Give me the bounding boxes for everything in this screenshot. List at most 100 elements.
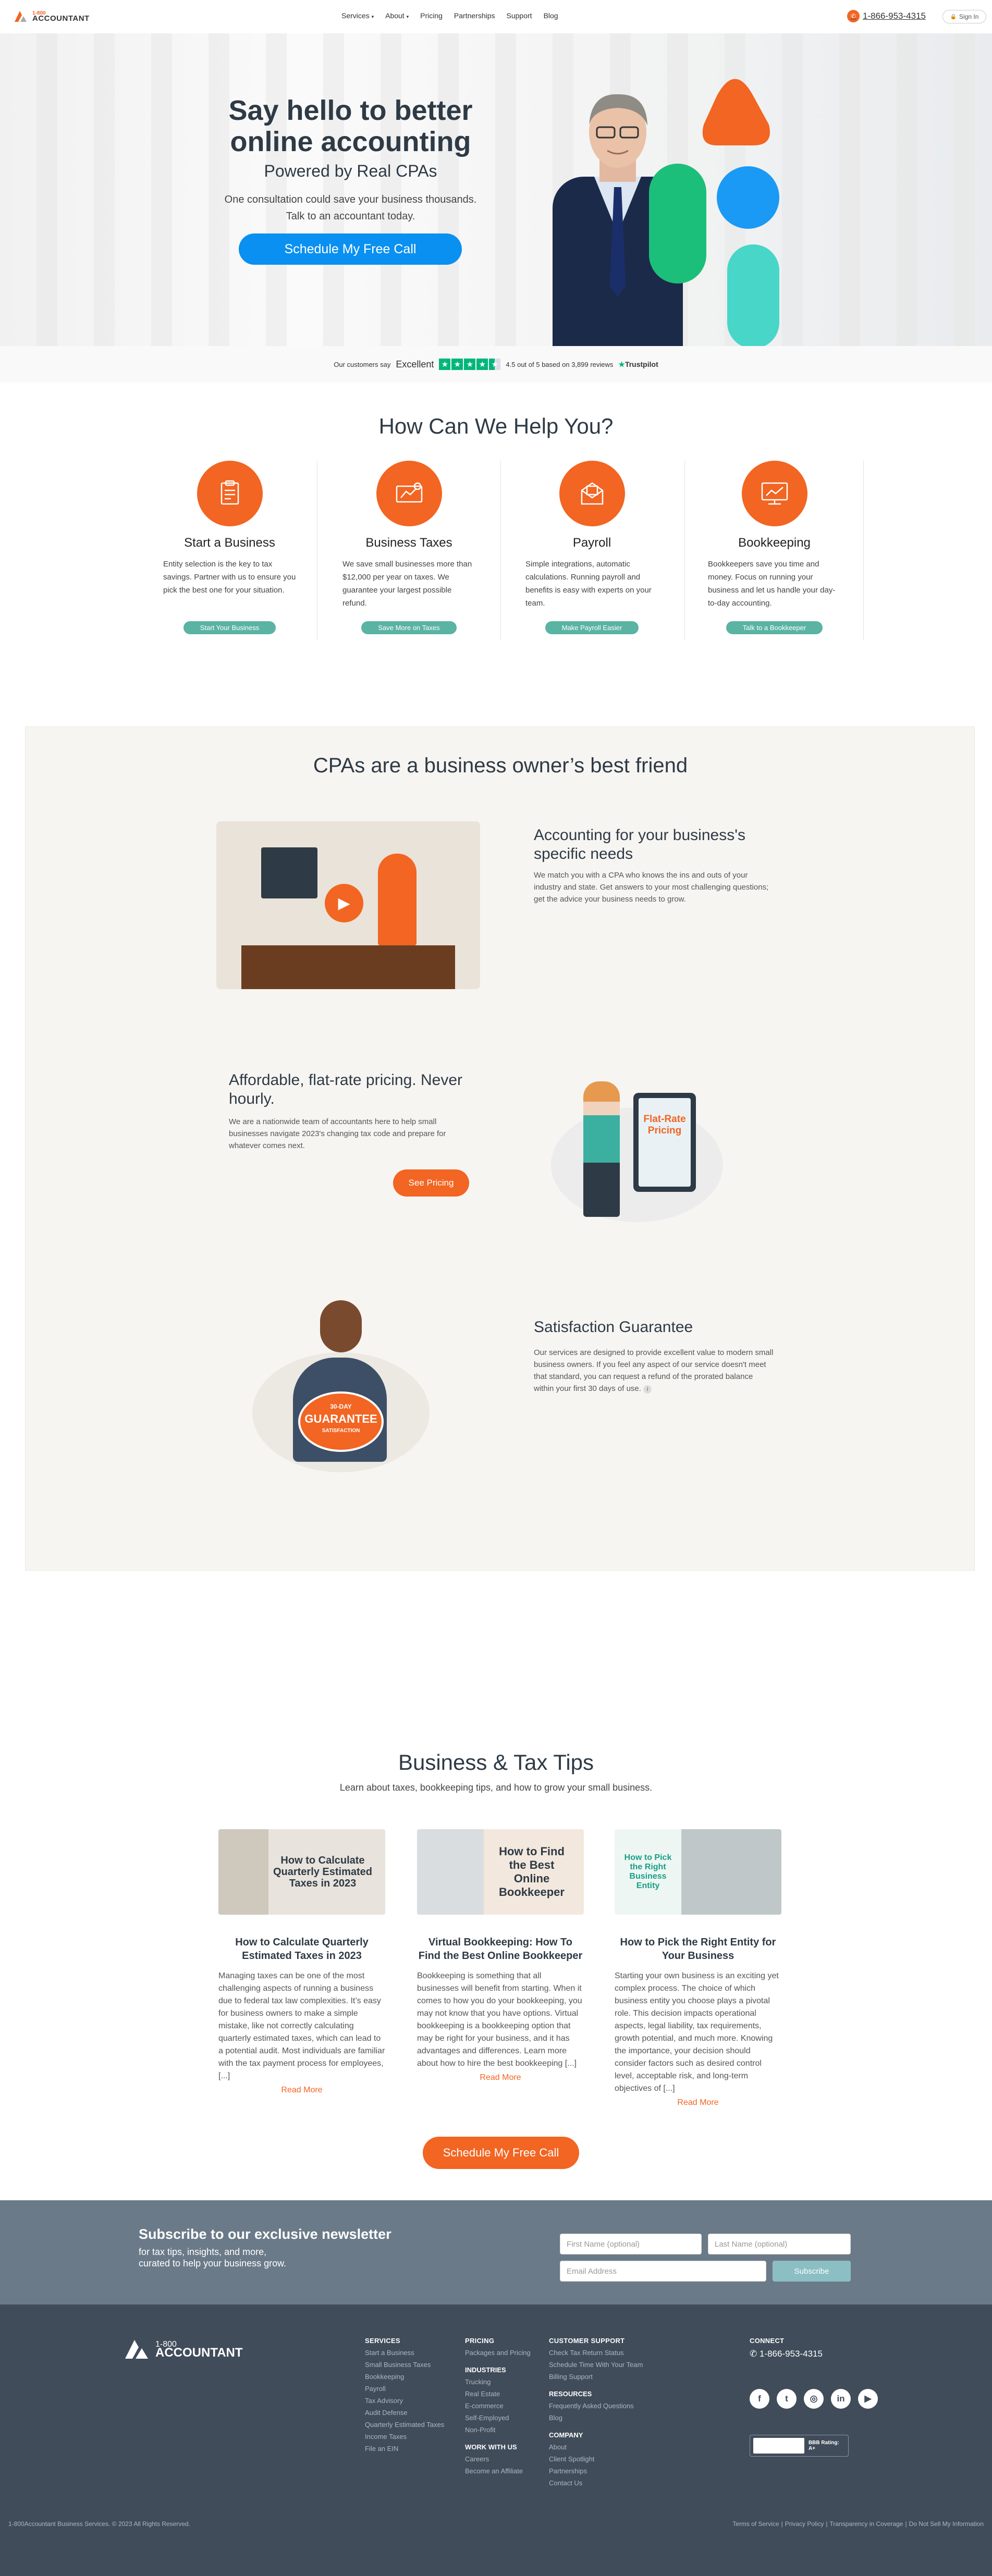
card-divider xyxy=(500,461,501,640)
sign-in-button[interactable]: 🔒 Sign In xyxy=(942,10,986,23)
barista-illustration xyxy=(378,854,417,945)
help-card-title: Business Taxes xyxy=(365,536,452,550)
phone-illustration: Flat-Rate Pricing xyxy=(633,1093,696,1192)
star-icon: ★ xyxy=(451,359,463,370)
footer-logo[interactable]: 1-800 ACCOUNTANT xyxy=(123,2337,243,2361)
hero-subtitle: Powered by Real CPAs xyxy=(264,162,437,180)
bookkeeper-button[interactable]: Talk to a Bookkeeper xyxy=(726,621,823,634)
payroll-button[interactable]: Make Payroll Easier xyxy=(545,621,639,634)
nav-support[interactable]: Support xyxy=(507,11,532,20)
site-header: 1-800 ACCOUNTANT Services ▾ About ▾ Prici… xyxy=(0,0,992,33)
blog-title[interactable]: How to Calculate Quarterly Estimated Tax… xyxy=(218,1936,385,1963)
nav-partnerships[interactable]: Partnerships xyxy=(454,11,495,20)
help-card-title: Bookkeeping xyxy=(738,536,811,550)
read-more-link[interactable]: Read More xyxy=(218,2086,385,2095)
menu-board-illustration xyxy=(261,847,317,898)
blog-card: How to Find the Best Online Bookkeeper V… xyxy=(417,1829,584,2082)
tips-subtitle: Learn about taxes, bookkeeping tips, and… xyxy=(339,1782,653,1793)
see-pricing-button[interactable]: See Pricing xyxy=(393,1169,469,1197)
footer-connect: CONNECT ✆ 1-866-953-4315 xyxy=(750,2337,823,2360)
twitter-icon[interactable]: t xyxy=(777,2389,797,2409)
blog-title[interactable]: How to Pick the Right Entity for Your Bu… xyxy=(615,1936,781,1963)
email-input[interactable]: Email Address xyxy=(560,2261,766,2282)
logo-mark-icon xyxy=(15,11,27,22)
nav-pricing[interactable]: Pricing xyxy=(420,11,443,20)
phone-text-line1: Flat-Rate xyxy=(643,1114,686,1125)
info-icon[interactable]: i xyxy=(643,1385,652,1394)
first-name-input[interactable]: First Name (optional) xyxy=(560,2234,702,2254)
bbb-logo-icon xyxy=(753,2438,804,2454)
save-taxes-button[interactable]: Save More on Taxes xyxy=(361,621,457,634)
trust-prefix: Our customers say xyxy=(334,360,391,368)
friend-title: CPAs are a business owner’s best friend xyxy=(313,754,688,777)
bbb-badge[interactable]: BBB Rating: A+ xyxy=(750,2435,849,2457)
woman-illustration xyxy=(583,1081,620,1217)
help-card-title: Payroll xyxy=(572,536,611,550)
instagram-icon[interactable]: ◎ xyxy=(804,2389,824,2409)
trust-stars: ★ ★ ★ ★ ★ xyxy=(439,359,501,370)
star-half-icon: ★ xyxy=(489,359,501,370)
counter-illustration xyxy=(241,945,455,989)
read-more-link[interactable]: Read More xyxy=(417,2073,584,2082)
hero-cta-button[interactable]: Schedule My Free Call xyxy=(239,233,462,265)
newsletter-body: for tax tips, insights, and more, curated… xyxy=(139,2247,287,2269)
guarantee-badge: 30-DAY GUARANTEE SATISFACTION xyxy=(298,1391,384,1452)
subscribe-button[interactable]: Subscribe xyxy=(773,2261,851,2282)
facebook-icon[interactable]: f xyxy=(750,2389,769,2409)
read-more-link[interactable]: Read More xyxy=(615,2098,781,2107)
help-card: Start a Business Entity selection is the… xyxy=(142,461,317,648)
cpa-friend-section: CPAs are a business owner’s best friend … xyxy=(25,726,975,1571)
tips-title: Business & Tax Tips xyxy=(398,1750,594,1774)
help-card: Payroll Simple integrations, automatic c… xyxy=(505,461,679,648)
friend-row2-title: Affordable, flat-rate pricing. Never hou… xyxy=(229,1071,462,1107)
trust-score: 4.5 out of 5 based on 3,899 reviews xyxy=(506,360,614,368)
blog-title[interactable]: Virtual Bookkeeping: How To Find the Bes… xyxy=(417,1936,584,1963)
phone-icon: ✆ xyxy=(750,2349,757,2359)
blog-card: How to Pick the Right Business Entity Ho… xyxy=(615,1829,781,2107)
help-card: Business Taxes We save small businesses … xyxy=(322,461,496,648)
trustpilot-logo: ★Trustpilot xyxy=(618,360,658,368)
chart-screen-icon xyxy=(741,461,807,526)
trustpilot-bar[interactable]: Our customers say Excellent ★ ★ ★ ★ ★ 4.5 ou… xyxy=(0,346,992,383)
video-thumbnail[interactable]: ▶ xyxy=(216,821,480,989)
friend-row1-body: We match you with a CPA who knows the in… xyxy=(534,871,769,904)
brand-shapes-icon xyxy=(649,79,779,349)
chevron-down-icon: ▾ xyxy=(371,14,374,19)
star-icon: ★ xyxy=(439,359,451,370)
header-phone-link[interactable]: ✆ 1-866-953-4315 xyxy=(847,10,926,22)
star-icon: ★ xyxy=(464,359,476,370)
newsletter-title: Subscribe to our exclusive newsletter xyxy=(139,2226,391,2242)
last-name-input[interactable]: Last Name (optional) xyxy=(708,2234,851,2254)
phone-icon: ✆ xyxy=(847,10,860,22)
friend-row2-body: We are a nationwide team of accountants … xyxy=(229,1117,446,1150)
play-button-icon[interactable]: ▶ xyxy=(325,884,363,922)
help-title: How Can We Help You? xyxy=(378,414,614,438)
legal-links: Terms of Service | Privacy Policy | Transp… xyxy=(732,2520,984,2528)
nav-blog[interactable]: Blog xyxy=(544,11,558,20)
logo-mark-icon xyxy=(125,2340,148,2359)
phone-text-line2: Pricing xyxy=(647,1125,682,1136)
blog-image[interactable]: How to Calculate Quarterly Estimated Tax… xyxy=(218,1829,385,1915)
hero-title: Say hello to better online accounting xyxy=(228,95,473,157)
payroll-envelope-icon xyxy=(559,461,625,526)
logo[interactable]: 1-800 ACCOUNTANT xyxy=(14,9,90,23)
linkedin-icon[interactable]: in xyxy=(831,2389,851,2409)
blog-image[interactable]: How to Pick the Right Business Entity xyxy=(615,1829,781,1915)
hero-section: Say hello to better online accounting Pow… xyxy=(0,33,992,380)
site-footer: 1-800 ACCOUNTANT SERVICES Start a Busines… xyxy=(0,2304,992,2576)
help-card-body: Bookkeepers save you time and money. Foc… xyxy=(708,560,836,608)
blog-excerpt: Starting your own business is an excitin… xyxy=(615,1971,779,2093)
help-card: Bookkeeping Bookkeepers save you time an… xyxy=(687,461,862,648)
logo-name: ACCOUNTANT xyxy=(32,14,90,23)
blog-image[interactable]: How to Find the Best Online Bookkeeper xyxy=(417,1829,584,1915)
start-business-button[interactable]: Start Your Business xyxy=(183,621,276,634)
footer-phone-link[interactable]: ✆ 1-866-953-4315 xyxy=(750,2348,823,2360)
card-divider xyxy=(684,461,685,640)
youtube-icon[interactable]: ▶ xyxy=(858,2389,878,2409)
nav-services[interactable]: Services ▾ xyxy=(341,11,374,20)
nav-about[interactable]: About ▾ xyxy=(385,11,409,20)
tips-cta-button[interactable]: Schedule My Free Call xyxy=(423,2137,579,2169)
chevron-down-icon: ▾ xyxy=(406,14,409,19)
help-section: How Can We Help You? Start a Business En… xyxy=(0,383,992,695)
card-divider xyxy=(863,461,864,640)
